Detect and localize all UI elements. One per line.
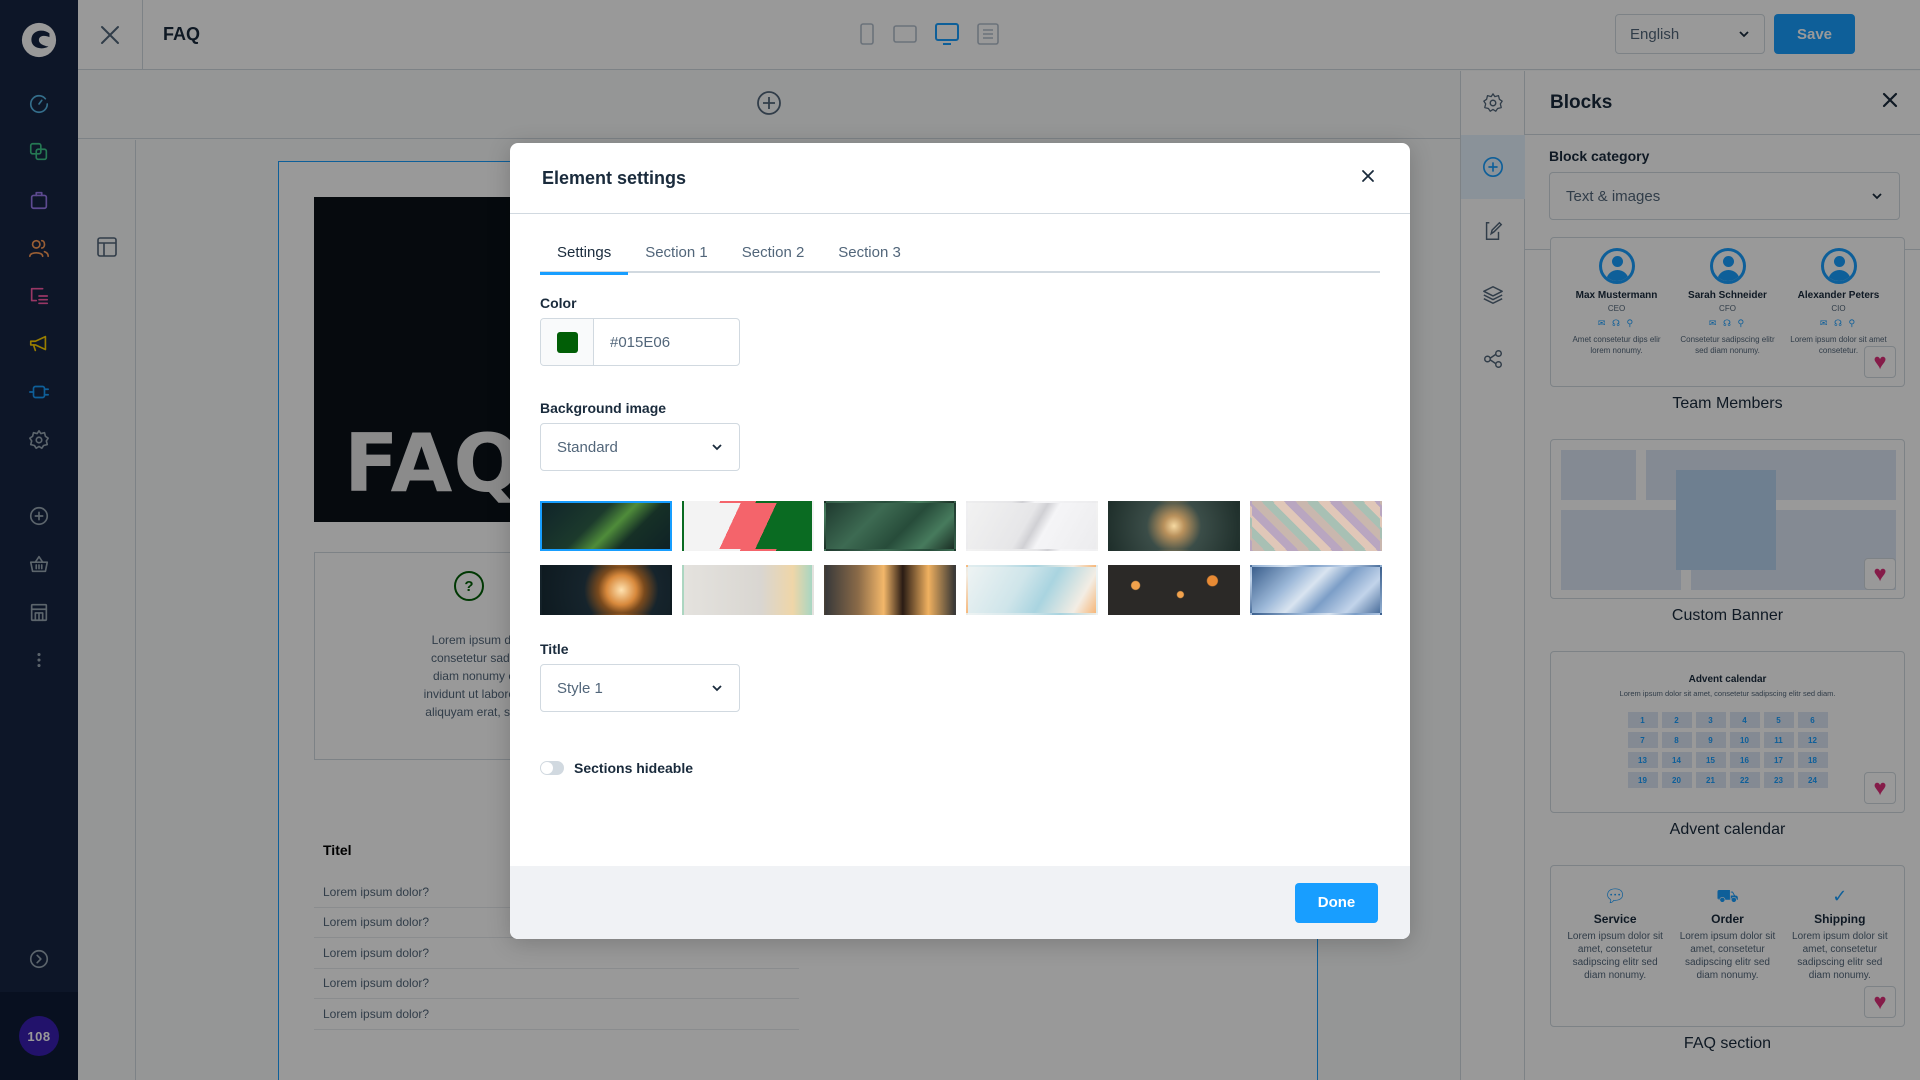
tab-section-1[interactable]: Section 1 [628, 234, 725, 273]
color-value-input[interactable]: #015E06 [594, 319, 670, 365]
background-image-value: Standard [557, 438, 618, 456]
sections-hideable-label: Sections hideable [574, 760, 694, 776]
thumbnail-edison-bulbs[interactable] [824, 565, 956, 615]
sections-hideable-toggle[interactable] [540, 761, 564, 775]
done-button[interactable]: Done [1295, 882, 1378, 923]
background-image-select[interactable]: Standard [540, 423, 740, 471]
thumbnail-lamp-dark[interactable] [540, 565, 672, 615]
thumbnail-green-leaves[interactable] [824, 501, 956, 551]
background-image-label: Background image [540, 400, 667, 416]
thumbnail-watercolor[interactable] [966, 565, 1098, 615]
title-style-value: Style 1 [557, 679, 603, 697]
color-swatch [556, 331, 578, 353]
modal-footer: Done [510, 866, 1410, 939]
tab-section-3[interactable]: Section 3 [821, 234, 918, 273]
chevron-down-icon [712, 444, 722, 451]
title-style-select[interactable]: Style 1 [540, 664, 740, 712]
thumbnail-scale-tiles[interactable] [1250, 501, 1382, 551]
close-modal-button[interactable] [1361, 169, 1375, 188]
modal-header: Element settings [510, 143, 1410, 214]
settings-tabs: Settings Section 1 Section 2 Section 3 [540, 234, 1380, 275]
color-swatch-button[interactable] [541, 319, 594, 365]
title-style-label: Title [540, 641, 569, 657]
thumbnail-light-bulb[interactable] [1108, 501, 1240, 551]
tab-section-2[interactable]: Section 2 [725, 234, 822, 273]
thumbnail-bokeh-dark[interactable] [1108, 565, 1240, 615]
color-picker-field[interactable]: #015E06 [540, 318, 740, 366]
sections-hideable-row: Sections hideable [540, 760, 1380, 776]
color-label: Color [540, 295, 577, 311]
chevron-down-icon [712, 685, 722, 692]
thumbnail-pen-paper[interactable] [966, 501, 1098, 551]
modal-title: Element settings [542, 167, 687, 188]
thumbnail-ivy-on-dark[interactable] [540, 501, 672, 551]
thumbnail-concrete-beach[interactable] [682, 565, 814, 615]
tab-settings[interactable]: Settings [540, 234, 629, 275]
thumbnail-pink-green-stripe[interactable] [682, 501, 814, 551]
modal-body: Settings Section 1 Section 2 Section 3 C… [510, 214, 1410, 866]
element-settings-modal: Element settings Settings Section 1 Sect… [510, 143, 1410, 939]
close-icon [1362, 169, 1374, 182]
background-thumbnail-grid [540, 501, 1382, 615]
thumbnail-blue-marble[interactable] [1250, 565, 1382, 615]
